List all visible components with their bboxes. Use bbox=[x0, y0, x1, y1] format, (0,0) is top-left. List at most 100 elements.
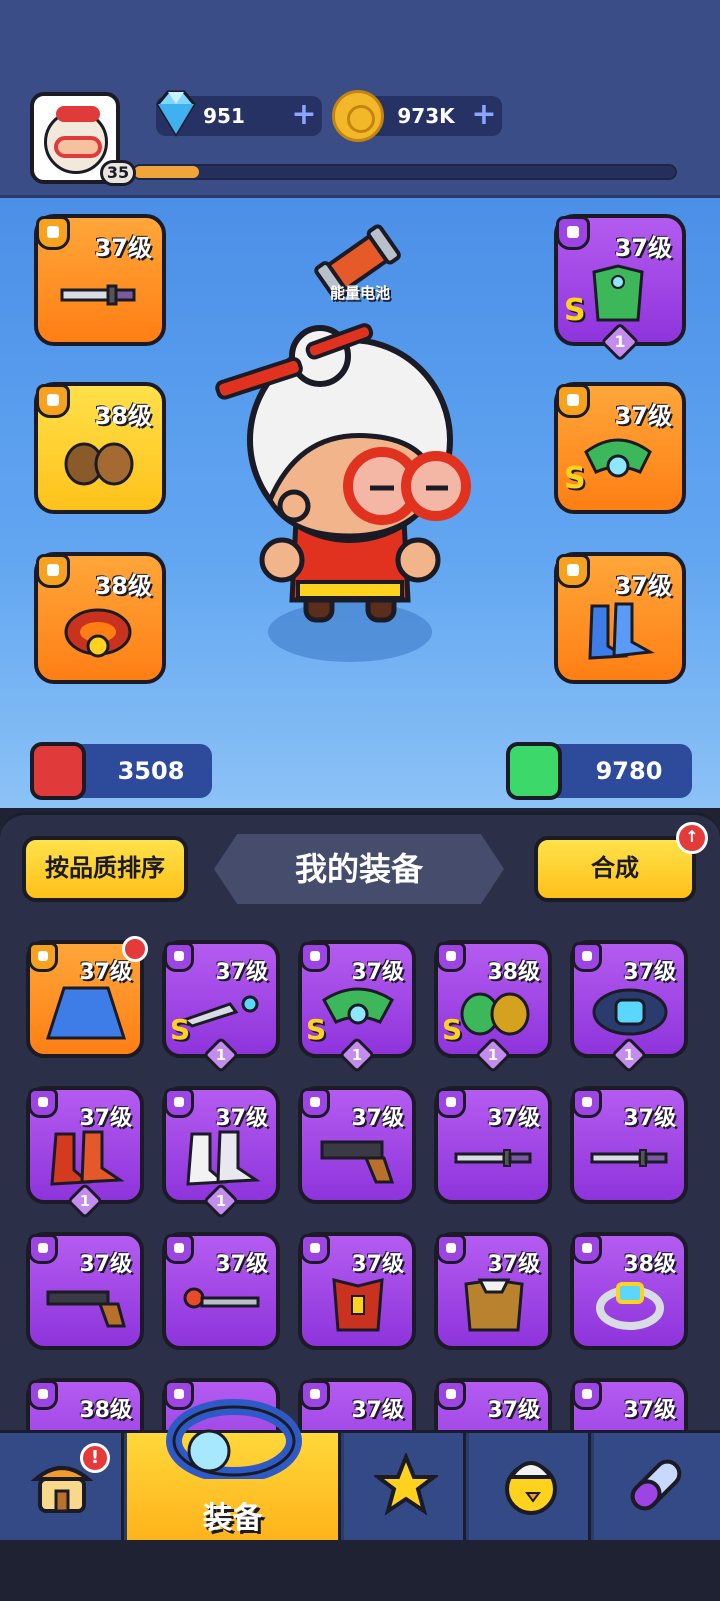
item-level: 37级 bbox=[79, 1252, 132, 1277]
ring-icon bbox=[596, 1282, 664, 1330]
gloves-icon bbox=[460, 992, 530, 1036]
equip-slot-armor[interactable]: 37级 S 1 bbox=[554, 214, 686, 362]
item-count-badge: 1 bbox=[338, 1036, 376, 1074]
chick-icon bbox=[505, 1461, 557, 1515]
vest-icon bbox=[332, 1278, 384, 1332]
knife-icon bbox=[454, 1149, 532, 1167]
top-header: 35 951 + 973K + bbox=[0, 0, 720, 198]
equipment-screen: 35 951 + 973K + 37级 38级 38级 37级 S 1 37级 … bbox=[0, 0, 720, 1601]
armor-category-icon bbox=[556, 216, 590, 250]
boots-icon bbox=[588, 602, 655, 660]
new-item-dot bbox=[122, 936, 148, 962]
inventory-item[interactable]: 37级 bbox=[298, 1232, 416, 1350]
equip-slot-amulet[interactable]: 37级 S bbox=[554, 382, 686, 514]
gloves-category-icon bbox=[436, 942, 466, 972]
item-count-badge: 1 bbox=[202, 1036, 240, 1074]
weapon-category-icon bbox=[164, 942, 194, 972]
heart-icon bbox=[506, 742, 562, 800]
nav-shop[interactable]: ! bbox=[0, 1433, 124, 1543]
weapon-category-icon bbox=[164, 1234, 194, 1264]
inventory-item[interactable]: 38级 bbox=[570, 1232, 688, 1350]
attack-stat: 3508 bbox=[30, 742, 212, 800]
equip-slot-belt[interactable]: 38级 bbox=[34, 552, 166, 684]
equip-slot-boots[interactable]: 37级 bbox=[554, 552, 686, 684]
slot-level: 37级 bbox=[614, 234, 672, 262]
inventory-item[interactable]: 37级 S 1 bbox=[298, 940, 416, 1074]
cape-category-icon bbox=[28, 942, 58, 972]
inventory-item[interactable]: 37级 1 bbox=[162, 1086, 280, 1220]
coin-counter: 973K + bbox=[332, 90, 502, 142]
merge-alert-icon: ↑ bbox=[676, 822, 708, 854]
inventory-item[interactable]: 37级 bbox=[570, 1378, 688, 1430]
item-level: 37级 bbox=[487, 1106, 540, 1131]
avatar-headband bbox=[56, 106, 100, 122]
item-level: 37级 bbox=[351, 1106, 404, 1131]
nav-arsenal[interactable] bbox=[344, 1433, 466, 1543]
system-bottom-bar bbox=[0, 1540, 720, 1601]
slot-level: 38级 bbox=[94, 572, 152, 600]
boots-category-icon bbox=[28, 1088, 58, 1118]
inventory-item[interactable]: 37级 bbox=[26, 1232, 144, 1350]
inventory-item[interactable]: 37级 S 1 bbox=[162, 940, 280, 1074]
amulet-category-icon bbox=[556, 384, 590, 418]
weapon-category-icon bbox=[572, 1088, 602, 1118]
item-level: 37级 bbox=[351, 1252, 404, 1277]
xp-progress-bar bbox=[132, 164, 677, 180]
inventory-item[interactable]: 37级 bbox=[298, 1086, 416, 1204]
inventory-item[interactable]: 37级 bbox=[298, 1378, 416, 1430]
inventory-item[interactable]: 37级 bbox=[434, 1378, 552, 1430]
weapon-category-icon bbox=[436, 1088, 466, 1118]
rank-s-badge: S bbox=[306, 1013, 327, 1046]
shotgun-icon bbox=[46, 1290, 126, 1328]
white-boots-icon bbox=[186, 1130, 261, 1186]
dagger-icon bbox=[180, 995, 259, 1028]
ring-category-icon bbox=[436, 1380, 466, 1410]
inventory-item[interactable]: 38级 bbox=[26, 1378, 144, 1430]
inventory-item[interactable]: 37级 bbox=[26, 936, 148, 1058]
item-level: 37级 bbox=[215, 960, 268, 985]
avatar-glasses bbox=[54, 136, 102, 158]
player-level-badge: 35 bbox=[100, 160, 136, 186]
shop-alert-badge: ! bbox=[80, 1443, 110, 1473]
nav-equipment[interactable]: 装备 bbox=[127, 1399, 341, 1543]
inventory-item[interactable]: 38级 S 1 bbox=[434, 940, 552, 1074]
gloves-category-icon bbox=[36, 384, 70, 418]
belt-icon bbox=[592, 988, 668, 1036]
ring-category-icon bbox=[572, 1234, 602, 1264]
weapon-category-icon bbox=[28, 1234, 58, 1264]
rank-s-badge: S bbox=[564, 461, 586, 496]
sort-by-quality-button[interactable]: 按品质排序 bbox=[22, 836, 188, 902]
inventory-item[interactable]: 37级 1 bbox=[26, 1086, 144, 1220]
add-coins-button[interactable]: + bbox=[470, 100, 498, 130]
inventory-item[interactable]: 37级 1 bbox=[570, 940, 688, 1074]
armor-category-icon bbox=[300, 1234, 330, 1264]
item-level: 37级 bbox=[623, 1106, 676, 1131]
inventory-item[interactable]: 37级 bbox=[434, 1086, 552, 1204]
hero-character bbox=[215, 323, 471, 662]
add-gems-button[interactable]: + bbox=[290, 100, 318, 130]
nav-skills[interactable] bbox=[594, 1433, 720, 1543]
nav-pets[interactable] bbox=[469, 1433, 591, 1543]
armor-icon bbox=[592, 264, 644, 322]
item-level: 38级 bbox=[623, 1252, 676, 1277]
inventory-item[interactable]: 37级 bbox=[570, 1086, 688, 1204]
item-level: 37级 bbox=[79, 960, 132, 985]
item-level: 37级 bbox=[623, 960, 676, 985]
red-boots-icon bbox=[50, 1130, 125, 1186]
equip-slot-gloves[interactable]: 38级 bbox=[34, 382, 166, 514]
inventory-item[interactable]: 37级 bbox=[434, 1232, 552, 1350]
pill-icon bbox=[630, 1459, 682, 1511]
rank-s-badge: S bbox=[442, 1013, 463, 1046]
rank-s-badge: S bbox=[564, 293, 586, 328]
item-level: 38级 bbox=[79, 1398, 132, 1423]
belt-category-icon bbox=[572, 942, 602, 972]
ring-icon bbox=[166, 1399, 302, 1479]
equip-slot-weapon[interactable]: 37级 bbox=[34, 214, 166, 346]
jacket-icon bbox=[464, 1278, 524, 1332]
star-guns-icon bbox=[374, 1453, 438, 1516]
boots-category-icon bbox=[164, 1088, 194, 1118]
merge-button[interactable]: 合成 bbox=[534, 836, 696, 902]
health-value: 9780 bbox=[595, 757, 663, 785]
weapon-category-icon bbox=[36, 216, 70, 250]
inventory-item[interactable]: 37级 bbox=[162, 1232, 280, 1350]
